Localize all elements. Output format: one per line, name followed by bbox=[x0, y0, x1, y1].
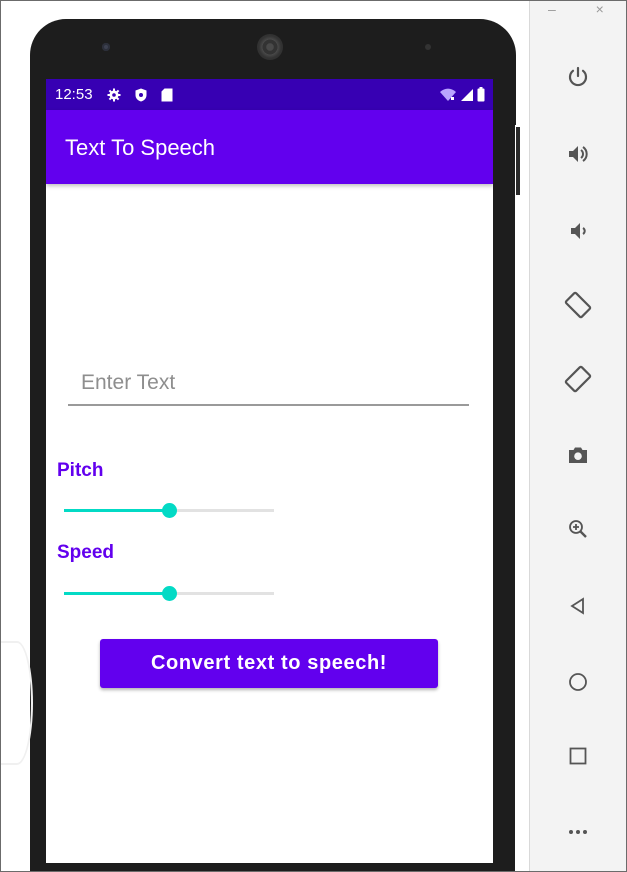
status-notification-icons bbox=[107, 88, 173, 102]
pitch-slider[interactable] bbox=[64, 500, 274, 520]
sd-card-icon bbox=[161, 88, 173, 101]
rotate-right-icon[interactable] bbox=[560, 361, 596, 397]
emulator-window: 12:53 Text To Speech Enter Text Pitch Sp… bbox=[0, 0, 627, 872]
zoom-icon[interactable] bbox=[560, 511, 596, 547]
emulator-toolbar: – × bbox=[529, 1, 626, 871]
device-edge bbox=[515, 125, 529, 871]
shield-icon bbox=[135, 88, 147, 101]
convert-button[interactable]: Convert text to speech! bbox=[100, 639, 438, 688]
wifi-icon bbox=[440, 88, 456, 101]
front-camera bbox=[102, 43, 110, 51]
status-bar: 12:53 bbox=[46, 79, 493, 110]
more-icon[interactable] bbox=[560, 814, 596, 850]
speed-label: Speed bbox=[57, 542, 115, 563]
home-icon[interactable] bbox=[560, 664, 596, 700]
pitch-label: Pitch bbox=[57, 460, 104, 481]
volume-down-icon[interactable] bbox=[560, 213, 596, 249]
app-bar: Text To Speech bbox=[46, 110, 493, 184]
rotate-left-icon[interactable] bbox=[560, 287, 596, 323]
power-icon[interactable] bbox=[560, 59, 596, 95]
camera-icon[interactable] bbox=[560, 437, 596, 473]
window-controls[interactable]: – × bbox=[548, 1, 622, 17]
device-side-button bbox=[516, 127, 520, 195]
app-title: Text To Speech bbox=[65, 135, 216, 160]
earpiece-speaker bbox=[257, 34, 283, 60]
volume-up-icon[interactable] bbox=[560, 136, 596, 172]
back-icon[interactable] bbox=[560, 588, 596, 624]
status-system-icons bbox=[439, 87, 485, 102]
overview-icon[interactable] bbox=[560, 738, 596, 774]
speed-slider-fill bbox=[64, 592, 169, 595]
proximity-sensor bbox=[425, 44, 431, 50]
battery-icon bbox=[477, 87, 485, 102]
speed-slider-thumb[interactable] bbox=[162, 586, 177, 601]
status-time: 12:53 bbox=[55, 86, 93, 103]
signal-icon bbox=[461, 88, 473, 101]
background-watermark bbox=[1, 641, 33, 765]
pitch-slider-fill bbox=[64, 509, 169, 512]
settings-gear-icon bbox=[107, 88, 121, 101]
speed-slider[interactable] bbox=[64, 583, 274, 603]
text-input[interactable] bbox=[68, 362, 469, 406]
device-screen: 12:53 Text To Speech Enter Text Pitch Sp… bbox=[46, 79, 493, 863]
pitch-slider-thumb[interactable] bbox=[162, 503, 177, 518]
